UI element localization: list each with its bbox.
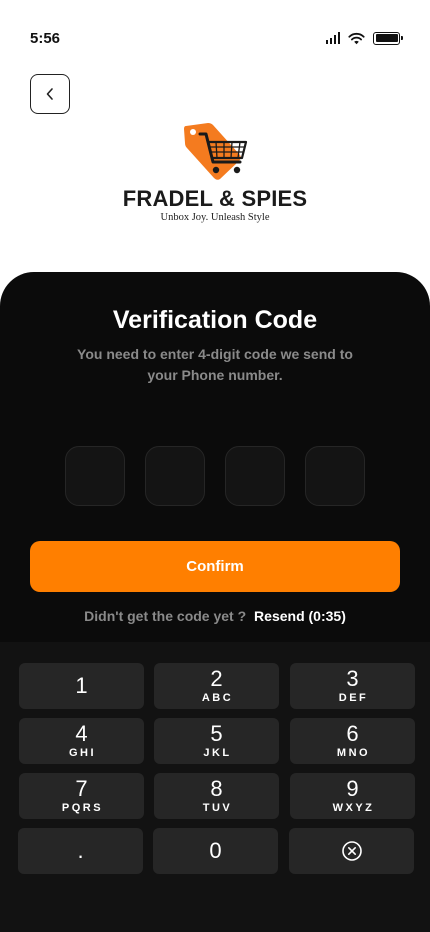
numeric-keypad: 1 2 ABC 3 DEF 4 GHI 5 JKL 6 MNO 7 PQRS 8…	[0, 642, 430, 932]
key-digit: 2	[210, 666, 223, 691]
otp-digit-1[interactable]	[65, 446, 125, 506]
delete-circle-x-icon	[341, 841, 362, 861]
confirm-button[interactable]: Confirm	[30, 541, 400, 592]
key-digit: .	[77, 838, 84, 863]
key-9[interactable]: 9 WXYZ	[290, 773, 415, 819]
key-0[interactable]: 0	[153, 828, 278, 874]
key-4[interactable]: 4 GHI	[19, 718, 144, 764]
key-letters: ABC	[201, 692, 234, 704]
key-2[interactable]: 2 ABC	[154, 663, 279, 709]
key-8[interactable]: 8 TUV	[154, 773, 279, 819]
key-decimal[interactable]: .	[18, 828, 143, 874]
key-digit: 9	[346, 776, 359, 801]
page-subtitle: You need to enter 4-digit code we send t…	[77, 346, 353, 383]
status-icons	[326, 30, 403, 46]
key-1[interactable]: 1	[19, 663, 144, 709]
key-digit: 3	[346, 666, 359, 691]
key-digit: 6	[346, 721, 359, 746]
resend-row: Didn't get the code yet ? Resend (0:35)	[0, 608, 430, 624]
key-letters: TUV	[202, 802, 233, 814]
key-digit: 0	[209, 838, 222, 863]
key-letters: PQRS	[61, 802, 104, 814]
key-letters: JKL	[203, 747, 232, 759]
resend-prompt: Didn't get the code yet ?	[84, 608, 247, 624]
status-time: 5:56	[30, 30, 61, 47]
key-3[interactable]: 3 DEF	[290, 663, 415, 709]
brand-tagline: Unbox Joy. Unleash Style	[160, 212, 270, 223]
key-7[interactable]: 7 PQRS	[19, 773, 144, 819]
status-bar: 5:56	[0, 0, 430, 76]
resend-link[interactable]: Resend (0:35)	[254, 608, 346, 624]
brand-name: FRADEL & SPIES	[122, 186, 308, 211]
battery-icon	[373, 31, 403, 45]
key-digit: 8	[210, 776, 223, 801]
otp-digit-2[interactable]	[145, 446, 205, 506]
key-5[interactable]: 5 JKL	[154, 718, 279, 764]
shopping-cart-tag-icon	[184, 123, 248, 180]
cellular-signal-icon	[326, 32, 340, 44]
key-digit: 7	[75, 776, 88, 801]
back-button[interactable]	[30, 74, 70, 114]
otp-input-group	[65, 446, 365, 506]
key-6[interactable]: 6 MNO	[290, 718, 415, 764]
key-letters: GHI	[68, 747, 97, 759]
key-digit: 1	[75, 673, 88, 698]
key-letters: WXYZ	[332, 802, 375, 814]
key-letters: DEF	[338, 692, 369, 704]
wifi-icon	[348, 32, 365, 44]
brand-logo: FRADEL & SPIES Unbox Joy. Unleash Style	[0, 120, 430, 230]
key-delete[interactable]	[289, 828, 414, 874]
key-digit: 4	[75, 721, 88, 746]
key-digit: 5	[210, 721, 223, 746]
page-title: Verification Code	[112, 306, 318, 334]
otp-digit-4[interactable]	[305, 446, 365, 506]
key-letters: MNO	[336, 747, 371, 759]
chevron-left-icon	[46, 88, 53, 100]
otp-digit-3[interactable]	[225, 446, 285, 506]
